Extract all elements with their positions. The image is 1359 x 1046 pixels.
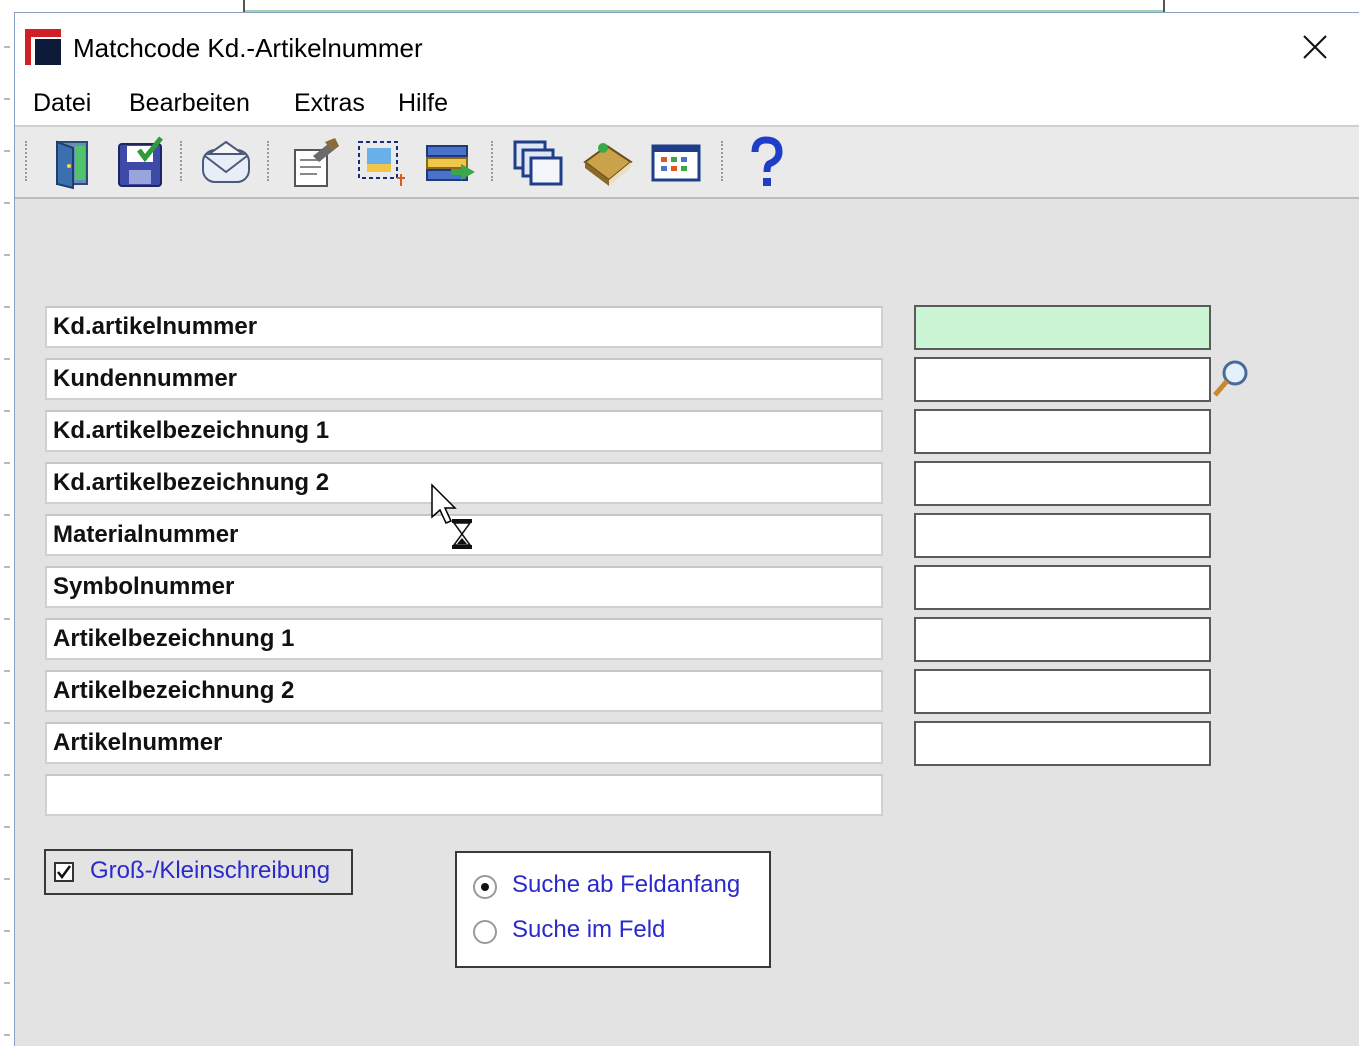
menu-bearbeiten[interactable]: Bearbeiten [129, 89, 250, 118]
input-artikelbezeichnung-1[interactable] [914, 617, 1211, 662]
label-kd-artikelnummer: Kd.artikelnummer [45, 306, 883, 348]
menu-hilfe[interactable]: Hilfe [398, 89, 448, 118]
close-button[interactable] [1285, 25, 1345, 69]
toolbar-grip[interactable] [25, 141, 29, 181]
edit-document-icon [294, 138, 339, 187]
save-button[interactable] [111, 135, 169, 191]
label-empty [45, 774, 883, 816]
windows-cascade-button[interactable] [509, 135, 567, 191]
edit-document-button[interactable] [285, 135, 343, 191]
close-icon [1303, 35, 1327, 59]
label-kd-artikelbezeichnung-1: Kd.artikelbezeichnung 1 [45, 410, 883, 452]
book-icon [583, 143, 633, 186]
label-artikelnummer: Artikelnummer [45, 722, 883, 764]
transfer-list-icon [426, 145, 475, 181]
label-symbolnummer: Symbolnummer [45, 566, 883, 608]
radio-label-suche-im-feld[interactable]: Suche im Feld [512, 916, 665, 944]
busy-cursor-icon [430, 483, 478, 553]
label-artikelbezeichnung-2: Artikelbezeichnung 2 [45, 670, 883, 712]
search-mode-group: Suche ab Feldanfang Suche im Feld [455, 851, 771, 968]
input-materialnummer[interactable] [914, 513, 1211, 558]
label-kundennummer: Kundennummer [45, 358, 883, 400]
case-sensitive-option[interactable]: Groß-/Kleinschreibung [44, 849, 353, 895]
radio-suche-ab-feldanfang[interactable] [473, 875, 497, 899]
select-area-button[interactable] [351, 135, 409, 191]
select-area-icon [358, 141, 405, 186]
search-lookup-button[interactable] [1211, 357, 1253, 399]
exit-button[interactable] [45, 135, 103, 191]
title-bar[interactable]: Matchcode Kd.-Artikelnummer [15, 13, 1359, 83]
mail-icon [202, 140, 250, 183]
windows-cascade-icon [513, 140, 563, 186]
input-symbolnummer[interactable] [914, 565, 1211, 610]
help-icon [751, 136, 783, 186]
input-kd-artikelnummer[interactable] [914, 305, 1211, 350]
menu-extras[interactable]: Extras [294, 89, 365, 118]
toolbar [15, 125, 1359, 199]
checkmark-icon [57, 865, 71, 879]
exit-door-icon [56, 140, 88, 190]
menu-bar: Datei Bearbeiten Extras Hilfe [15, 83, 1359, 125]
case-sensitive-checkbox[interactable] [54, 862, 74, 882]
label-artikelbezeichnung-1: Artikelbezeichnung 1 [45, 618, 883, 660]
toolbar-separator [721, 141, 725, 181]
input-kd-artikelbezeichnung-1[interactable] [914, 409, 1211, 454]
toolbar-separator [180, 141, 184, 181]
book-button[interactable] [579, 135, 637, 191]
magnifier-icon [1213, 360, 1248, 397]
app-logo-icon [25, 29, 61, 65]
input-kd-artikelbezeichnung-2[interactable] [914, 461, 1211, 506]
radio-label-suche-ab-feldanfang[interactable]: Suche ab Feldanfang [512, 871, 740, 899]
toolbar-separator [267, 141, 271, 181]
input-artikelbezeichnung-2[interactable] [914, 669, 1211, 714]
toolbar-separator [491, 141, 495, 181]
save-icon [118, 136, 163, 187]
help-button[interactable] [737, 135, 795, 191]
mail-button[interactable] [197, 135, 255, 191]
table-grid-icon [651, 144, 701, 182]
transfer-list-button[interactable] [421, 135, 479, 191]
background-window-edge [1163, 0, 1165, 12]
window-title: Matchcode Kd.-Artikelnummer [73, 33, 423, 63]
table-grid-button[interactable] [647, 135, 705, 191]
matchcode-dialog: Matchcode Kd.-Artikelnummer Datei Bearbe… [14, 12, 1359, 1046]
menu-datei[interactable]: Datei [33, 89, 91, 118]
radio-suche-im-feld[interactable] [473, 920, 497, 944]
input-artikelnummer[interactable] [914, 721, 1211, 766]
input-kundennummer[interactable] [914, 357, 1211, 402]
case-sensitive-label: Groß-/Kleinschreibung [90, 857, 331, 884]
